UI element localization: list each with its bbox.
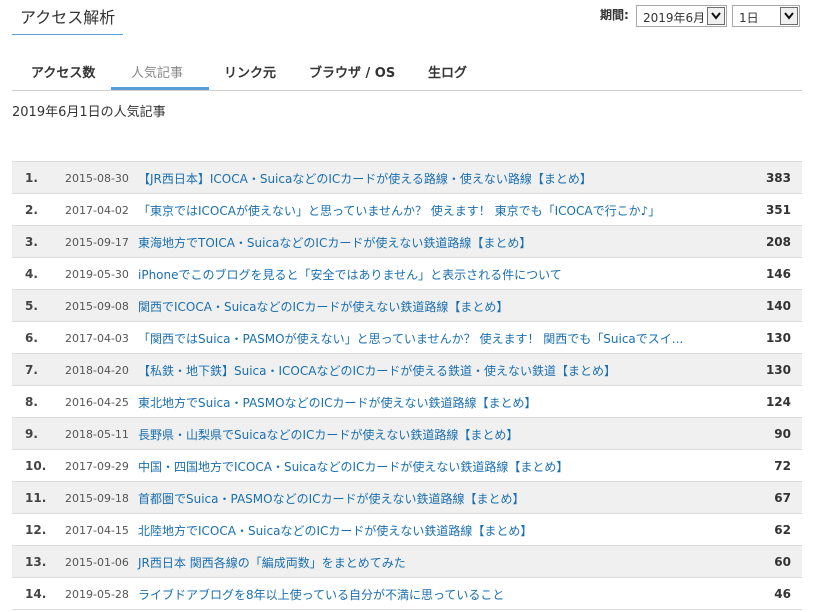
table-row: 6. 2017-04-03 「関西ではSuica・PASMOが使えない」と思って… [12,322,802,354]
tab-browser-os[interactable]: ブラウザ / OS [309,62,395,81]
article-date: 2015-01-06 [65,556,129,569]
article-link[interactable]: iPhoneでこのブログを見ると「安全ではありません」と表示される件について [138,266,562,283]
rank-number: 7. [25,363,38,377]
tab-access-count[interactable]: アクセス数 [31,62,95,81]
view-count: 67 [774,491,791,505]
table-row: 4. 2019-05-30 iPhoneでこのブログを見ると「安全ではありません… [12,258,802,290]
article-link[interactable]: 首都圏でSuica・PASMOなどのICカードが使えない鉄道路線【まとめ】 [138,490,525,507]
article-link[interactable]: 「関西ではSuica・PASMOが使えない」と思っていませんか？ 使えます！ 関… [138,330,683,347]
table-row: 13. 2015-01-06 JR西日本 関西各線の「編成両数」をまとめてみた … [12,546,802,578]
tab-raw-log[interactable]: 生ログ [428,62,467,81]
table-row: 14. 2019-05-28 ライブドアブログを8年以上使っている自分が不満に思… [12,578,802,610]
rank-number: 1. [25,171,38,185]
table-row: 2. 2017-04-02 「東京ではICOCAが使えない」と思っていませんか？… [12,194,802,226]
article-date: 2019-05-30 [65,268,129,281]
rank-number: 3. [25,235,38,249]
article-link[interactable]: 長野県・山梨県でSuicaなどのICカードが使えない鉄道路線【まとめ】 [138,426,518,443]
article-link[interactable]: 関西でICOCA・SuicaなどのICカードが使えない鉄道路線【まとめ】 [138,298,508,315]
table-row: 8. 2016-04-25 東北地方でSuica・PASMOなどのICカードが使… [12,386,802,418]
article-date: 2017-04-15 [65,524,129,537]
day-select-value: 1日 [739,11,759,25]
tab-bar: アクセス数 人気記事 リンク元 ブラウザ / OS 生ログ [12,52,802,91]
article-link[interactable]: JR西日本 関西各線の「編成両数」をまとめてみた [138,554,406,571]
article-link[interactable]: 北陸地方でICOCA・SuicaなどのICカードが使えない鉄道路線【まとめ】 [138,522,532,539]
ranking-heading: 2019年6月1日の人気記事 [12,105,166,120]
chevron-down-icon[interactable] [707,7,725,25]
article-link[interactable]: 東北地方でSuica・PASMOなどのICカードが使えない鉄道路線【まとめ】 [138,394,537,411]
table-row: 10. 2017-09-29 中国・四国地方でICOCA・SuicaなどのICカ… [12,450,802,482]
view-count: 60 [774,555,791,569]
view-count: 208 [765,235,791,249]
chevron-down-icon[interactable] [780,7,798,25]
month-select[interactable]: 2019年6月 [636,5,727,27]
view-count: 351 [765,203,791,217]
rank-number: 4. [25,267,38,281]
article-date: 2015-09-17 [65,236,129,249]
rank-number: 14. [25,587,47,601]
view-count: 62 [774,523,791,537]
view-count: 140 [765,299,791,313]
article-link[interactable]: 東海地方でTOICA・SuicaなどのICカードが使えない鉄道路線【まとめ】 [138,234,531,251]
month-select-value: 2019年6月 [643,11,706,25]
article-date: 2019-05-28 [65,588,129,601]
table-row: 9. 2018-05-11 長野県・山梨県でSuicaなどのICカードが使えない… [12,418,802,450]
table-row: 5. 2015-09-08 関西でICOCA・SuicaなどのICカードが使えな… [12,290,802,322]
article-link[interactable]: ライブドアブログを8年以上使っている自分が不満に思っていること [138,586,504,603]
rank-number: 8. [25,395,38,409]
page-title-container: アクセス解析 [12,0,123,35]
rank-number: 5. [25,299,38,313]
rank-number: 11. [25,491,47,505]
article-date: 2018-04-20 [65,364,129,377]
view-count: 90 [774,427,791,441]
article-link[interactable]: 「東京ではICOCAが使えない」と思っていませんか？ 使えます！ 東京でも「IC… [138,202,660,219]
article-date: 2016-04-25 [65,396,129,409]
view-count: 72 [774,459,791,473]
article-date: 2017-09-29 [65,460,129,473]
rank-number: 13. [25,555,47,569]
article-link[interactable]: 中国・四国地方でICOCA・SuicaなどのICカードが使えない鉄道路線【まとめ… [138,458,568,475]
rank-number: 10. [25,459,47,473]
view-count: 124 [765,395,791,409]
table-row: 12. 2017-04-15 北陸地方でICOCA・SuicaなどのICカードが… [12,514,802,546]
day-select[interactable]: 1日 [732,5,800,27]
page-title: アクセス解析 [20,8,116,27]
table-row: 1. 2015-08-30 【JR西日本】ICOCA・SuicaなどのICカード… [12,162,802,194]
period-label: 期間: [600,8,629,22]
tab-referrers[interactable]: リンク元 [224,62,276,81]
article-date: 2017-04-03 [65,332,129,345]
rank-number: 9. [25,427,38,441]
article-link[interactable]: 【JR西日本】ICOCA・SuicaなどのICカードが使える路線・使えない路線【… [138,170,592,187]
view-count: 46 [774,587,791,601]
article-date: 2015-08-30 [65,172,129,185]
table-row: 3. 2015-09-17 東海地方でTOICA・SuicaなどのICカードが使… [12,226,802,258]
view-count: 130 [765,331,791,345]
article-date: 2017-04-02 [65,204,129,217]
tab-popular-articles[interactable]: 人気記事 [131,62,183,81]
view-count: 146 [765,267,791,281]
active-tab-indicator [111,87,209,90]
ranking-table: 1. 2015-08-30 【JR西日本】ICOCA・SuicaなどのICカード… [12,161,802,610]
view-count: 130 [765,363,791,377]
article-date: 2015-09-08 [65,300,129,313]
rank-number: 2. [25,203,38,217]
table-row: 7. 2018-04-20 【私鉄・地下鉄】Suica・ICOCAなどのICカー… [12,354,802,386]
rank-number: 12. [25,523,47,537]
table-row: 11. 2015-09-18 首都圏でSuica・PASMOなどのICカードが使… [12,482,802,514]
view-count: 383 [765,171,791,185]
article-date: 2015-09-18 [65,492,129,505]
rank-number: 6. [25,331,38,345]
article-date: 2018-05-11 [65,428,129,441]
article-link[interactable]: 【私鉄・地下鉄】Suica・ICOCAなどのICカードが使える鉄道・使えない鉄道… [138,362,616,379]
